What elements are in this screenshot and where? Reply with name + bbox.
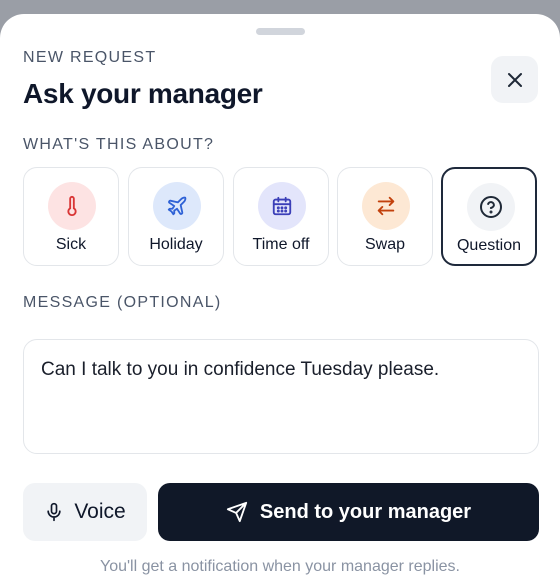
category-option-question[interactable]: Question	[441, 167, 537, 266]
request-sheet: NEW REQUEST Ask your manager WHAT'S THIS…	[0, 14, 560, 581]
category-label: Holiday	[149, 236, 203, 253]
question-circle-icon	[467, 183, 515, 231]
category-option-swap[interactable]: Swap	[337, 167, 433, 266]
category-option-time-off[interactable]: Time off	[233, 167, 329, 266]
swap-arrows-icon	[362, 182, 410, 230]
send-icon	[226, 501, 248, 523]
calendar-icon	[258, 182, 306, 230]
category-label: Sick	[55, 236, 87, 253]
category-section-label: WHAT'S THIS ABOUT?	[23, 136, 215, 153]
category-options: Sick Holiday Time off Swap Question	[23, 167, 539, 266]
sheet-eyebrow: NEW REQUEST	[23, 49, 157, 66]
send-button-label: Send to your manager	[259, 500, 472, 523]
message-section-label: MESSAGE (OPTIONAL)	[23, 294, 222, 311]
voice-button[interactable]: Voice	[23, 483, 147, 541]
close-icon	[507, 72, 522, 87]
close-button[interactable]	[491, 56, 538, 103]
category-label: Time off	[252, 236, 310, 253]
voice-button-label: Voice	[74, 500, 126, 523]
footer-note: You'll get a notification when your mana…	[99, 558, 460, 575]
page-title: Ask your manager	[23, 78, 263, 109]
drag-handle[interactable]	[256, 28, 305, 35]
thermometer-icon	[48, 182, 96, 230]
category-label: Swap	[364, 236, 406, 253]
microphone-icon	[47, 502, 61, 522]
category-option-sick[interactable]: Sick	[23, 167, 119, 266]
send-button[interactable]: Send to your manager	[158, 483, 539, 541]
category-option-holiday[interactable]: Holiday	[128, 167, 224, 266]
plane-icon	[153, 182, 201, 230]
message-input[interactable]: Can I talk to you in confidence Tuesday …	[23, 339, 539, 454]
category-label: Question	[456, 237, 522, 254]
